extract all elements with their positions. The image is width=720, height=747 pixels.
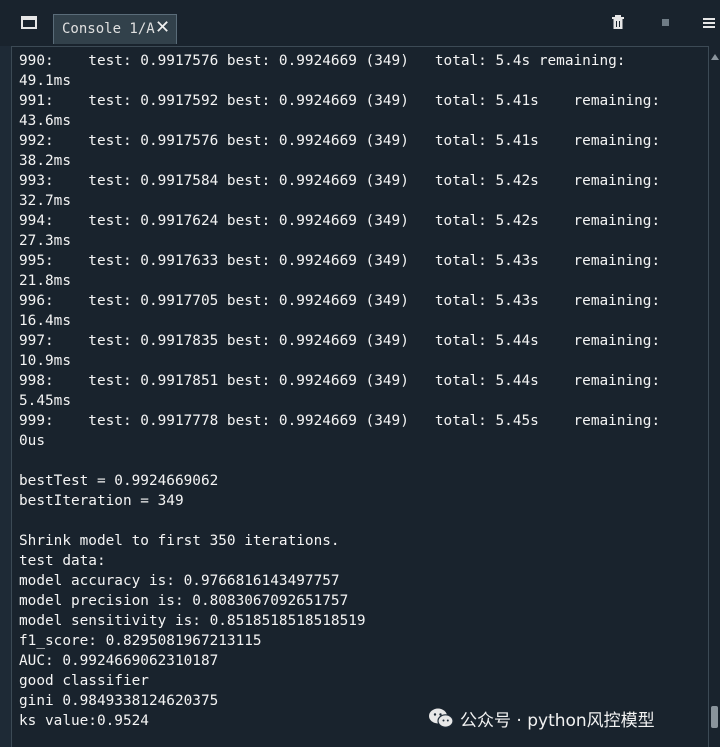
console-line: AUC: 0.9924669062310187 [19, 653, 219, 669]
console-text: 990: test: 0.9917576 best: 0.9924669 (34… [19, 51, 660, 731]
scroll-thumb[interactable] [711, 706, 718, 728]
console-line: 990: test: 0.9917576 best: 0.9924669 (34… [19, 53, 626, 69]
console-line: 16.4ms [19, 313, 71, 329]
console-line: 0us [19, 433, 45, 449]
watermark-text: 公众号 · python风控模型 [460, 710, 655, 731]
tab-console[interactable]: Console 1/A ✕ [53, 14, 177, 44]
console-line: 997: test: 0.9917835 best: 0.9924669 (34… [19, 333, 661, 349]
console-line: 992: test: 0.9917576 best: 0.9924669 (34… [19, 133, 661, 149]
console-line: 996: test: 0.9917705 best: 0.9924669 (34… [19, 293, 661, 309]
console-line: 991: test: 0.9917592 best: 0.9924669 (34… [19, 93, 661, 109]
console-line: 999: test: 0.9917778 best: 0.9924669 (34… [19, 413, 661, 429]
scrollbar[interactable] [709, 46, 720, 747]
console-output[interactable]: 990: test: 0.9917576 best: 0.9924669 (34… [11, 46, 709, 747]
menu-icon[interactable] [703, 17, 715, 29]
console-line: 995: test: 0.9917633 best: 0.9924669 (34… [19, 253, 661, 269]
console-line: bestTest = 0.9924669062 [19, 473, 219, 489]
console-line: 21.8ms [19, 273, 71, 289]
console-line: 5.45ms [19, 393, 71, 409]
console-line: Shrink model to first 350 iterations. [19, 533, 340, 549]
console-line: model precision is: 0.8083067092651757 [19, 593, 349, 609]
trash-icon[interactable] [612, 15, 624, 29]
console-line: 10.9ms [19, 353, 71, 369]
console-line: 993: test: 0.9917584 best: 0.9924669 (34… [19, 173, 661, 189]
wechat-icon [429, 708, 454, 728]
console-line: model accuracy is: 0.9766816143497757 [19, 573, 340, 589]
console-line: bestIteration = 349 [19, 493, 184, 509]
console-line: 32.7ms [19, 193, 71, 209]
console-line: 43.6ms [19, 113, 71, 129]
console-line: 998: test: 0.9917851 best: 0.9924669 (34… [19, 373, 661, 389]
console-line: 38.2ms [19, 153, 71, 169]
console-line: 49.1ms [19, 73, 71, 89]
console-line: f1_score: 0.8295081967213115 [19, 633, 262, 649]
window-icon[interactable] [21, 16, 37, 29]
watermark: 公众号 · python风控模型 [428, 705, 655, 731]
console-line: good classifier [19, 673, 149, 689]
console-line: 994: test: 0.9917624 best: 0.9924669 (34… [19, 213, 661, 229]
tab-label: Console 1/A [62, 21, 155, 37]
console-line: test data: [19, 553, 106, 569]
scroll-up-arrow[interactable] [711, 54, 719, 60]
console-line: model sensitivity is: 0.8518518518518519 [19, 613, 366, 629]
console-line: 27.3ms [19, 233, 71, 249]
pane-toolbar: Console 1/A ✕ [0, 0, 720, 46]
close-icon[interactable]: ✕ [155, 17, 170, 38]
stop-icon[interactable] [662, 19, 669, 26]
